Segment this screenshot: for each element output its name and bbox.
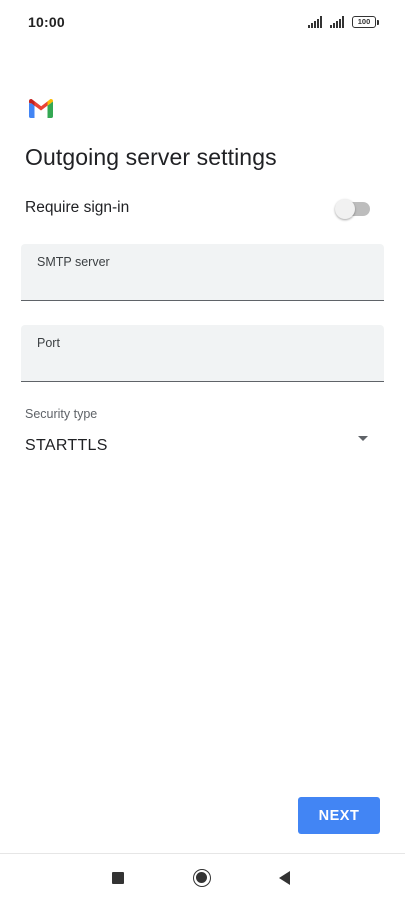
signal-icon xyxy=(308,16,322,28)
battery-tip xyxy=(377,19,379,25)
gmail-logo-icon xyxy=(29,99,53,118)
signal-icon xyxy=(330,16,344,28)
battery-icon: 100 xyxy=(352,16,376,28)
smtp-server-field[interactable]: SMTP server xyxy=(21,244,384,301)
back-icon[interactable] xyxy=(279,871,290,885)
status-time: 10:00 xyxy=(28,14,65,30)
security-type-dropdown[interactable]: STARTTLS xyxy=(21,428,384,462)
toggle-thumb xyxy=(335,199,355,219)
recents-icon[interactable] xyxy=(112,872,124,884)
home-icon[interactable] xyxy=(193,869,211,887)
navigation-bar xyxy=(0,853,405,902)
next-button[interactable]: NEXT xyxy=(298,797,380,834)
security-type-value: STARTTLS xyxy=(25,437,108,454)
require-signin-label: Require sign-in xyxy=(25,199,130,216)
port-input[interactable] xyxy=(37,354,367,376)
page-title: Outgoing server settings xyxy=(25,144,277,170)
screen: 10:00 100 Outgoing server settings Requi… xyxy=(0,0,405,902)
status-bar: 10:00 100 xyxy=(0,0,405,44)
dropdown-arrow-icon xyxy=(358,436,368,441)
security-type-label: Security type xyxy=(25,407,98,421)
require-signin-toggle[interactable] xyxy=(335,199,370,219)
smtp-server-label: SMTP server xyxy=(37,255,110,269)
port-label: Port xyxy=(37,336,60,350)
smtp-server-input[interactable] xyxy=(37,273,367,295)
status-icons: 100 xyxy=(308,14,379,30)
port-field[interactable]: Port xyxy=(21,325,384,382)
home-icon-inner xyxy=(196,872,207,883)
